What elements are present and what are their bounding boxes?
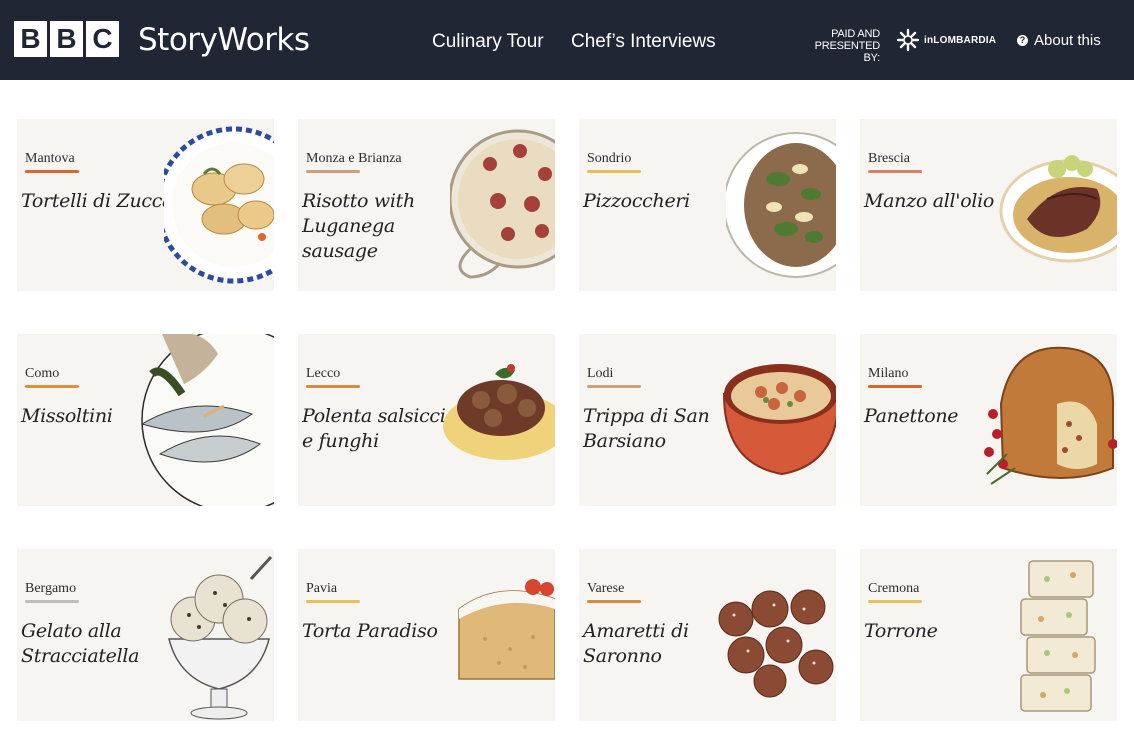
card-city: Sondrio — [587, 151, 632, 166]
question-icon: ? — [1017, 35, 1028, 46]
card-city: Milano — [868, 366, 909, 381]
card-city: Mantova — [25, 151, 75, 166]
inlombardia-star-icon — [896, 28, 920, 52]
city-underline — [306, 600, 360, 603]
card-city: Cremona — [868, 581, 920, 596]
storyworks-brand[interactable]: StoryWorks — [138, 20, 310, 60]
card-milano[interactable]: Milano Panettone — [860, 334, 1117, 506]
card-pavia[interactable]: Pavia Torta Paradiso — [298, 549, 555, 721]
sponsor-label-line2: PRESENTED BY: — [814, 40, 881, 64]
city-underline — [306, 385, 360, 388]
gelato-cup-illustration — [168, 555, 273, 720]
card-mantova[interactable]: Mantova Tortelli di Zucca — [17, 119, 274, 291]
inlombardia-wordmark: inLOMBARDIA — [924, 34, 997, 46]
fish-plate-illustration — [140, 334, 274, 506]
card-cremona[interactable]: Cremona Torrone — [860, 549, 1117, 721]
city-underline — [868, 385, 922, 388]
torrone-stack-illustration — [1020, 560, 1096, 712]
card-bergamo[interactable]: Bergamo Gelato alla Stracciatella — [17, 549, 274, 721]
city-underline — [587, 600, 641, 603]
city-underline — [25, 600, 79, 603]
risotto-pan-illustration — [450, 129, 555, 279]
card-como[interactable]: Como Missoltini — [17, 334, 274, 506]
beef-plate-illustration — [999, 155, 1117, 263]
card-lecco[interactable]: Lecco Polenta salsiccia e funghi — [298, 334, 555, 506]
tortelli-plate-illustration — [164, 126, 274, 284]
card-dish-title: Torta Paradiso — [302, 620, 438, 642]
about-this-link[interactable]: ? About this — [1017, 32, 1101, 49]
city-underline — [868, 170, 922, 173]
city-underline — [587, 385, 641, 388]
card-city: Varese — [587, 581, 625, 596]
city-underline — [25, 170, 79, 173]
nav-culinary-tour[interactable]: Culinary Tour — [432, 30, 544, 54]
card-city: Bergamo — [25, 581, 77, 596]
card-monza-brianza[interactable]: Monza e Brianza Risotto with Luganega sa… — [298, 119, 555, 291]
card-city: Monza e Brianza — [306, 151, 402, 166]
card-city: Pavia — [306, 581, 338, 596]
nav-chefs-interviews[interactable]: Chef’s Interviews — [571, 30, 716, 54]
sponsor-label-line1: PAID AND — [831, 28, 880, 40]
bbc-logo-letter-b1: B — [14, 21, 47, 57]
card-lodi[interactable]: Lodi Trippa di San Barsiano — [579, 334, 836, 506]
card-city: Como — [25, 366, 60, 381]
city-underline — [306, 170, 360, 173]
sponsor-label: PAID AND PRESENTED BY: — [798, 28, 881, 64]
card-dish-title: Risotto with Luganega sausage — [302, 190, 415, 262]
bbc-logo-letter-c: C — [86, 21, 119, 57]
card-varese[interactable]: Varese Amaretti di Saronno — [579, 549, 836, 721]
panettone-illustration — [984, 346, 1117, 485]
city-underline — [25, 385, 79, 388]
card-city: Lecco — [306, 366, 341, 381]
polenta-dish-illustration — [443, 364, 555, 460]
top-bar: B B C StoryWorks Culinary Tour Chef’s In… — [0, 0, 1134, 80]
tripe-pot-illustration — [722, 364, 836, 476]
about-this-label: About this — [1034, 32, 1101, 49]
city-underline — [587, 170, 641, 173]
card-city: Lodi — [587, 366, 614, 381]
amaretti-illustration — [718, 589, 834, 698]
bbc-logo[interactable]: B B C — [14, 21, 119, 57]
card-brescia[interactable]: Brescia Manzo all'olio — [860, 119, 1117, 291]
cake-slice-illustration — [458, 579, 555, 680]
bbc-logo-letter-b2: B — [50, 21, 83, 57]
card-sondrio[interactable]: Sondrio Pizzoccheri — [579, 119, 836, 291]
pizzoccheri-bowl-illustration — [726, 132, 836, 278]
inlombardia-logo[interactable]: inLOMBARDIA — [896, 28, 996, 52]
city-underline — [868, 600, 922, 603]
card-city: Brescia — [868, 151, 910, 166]
